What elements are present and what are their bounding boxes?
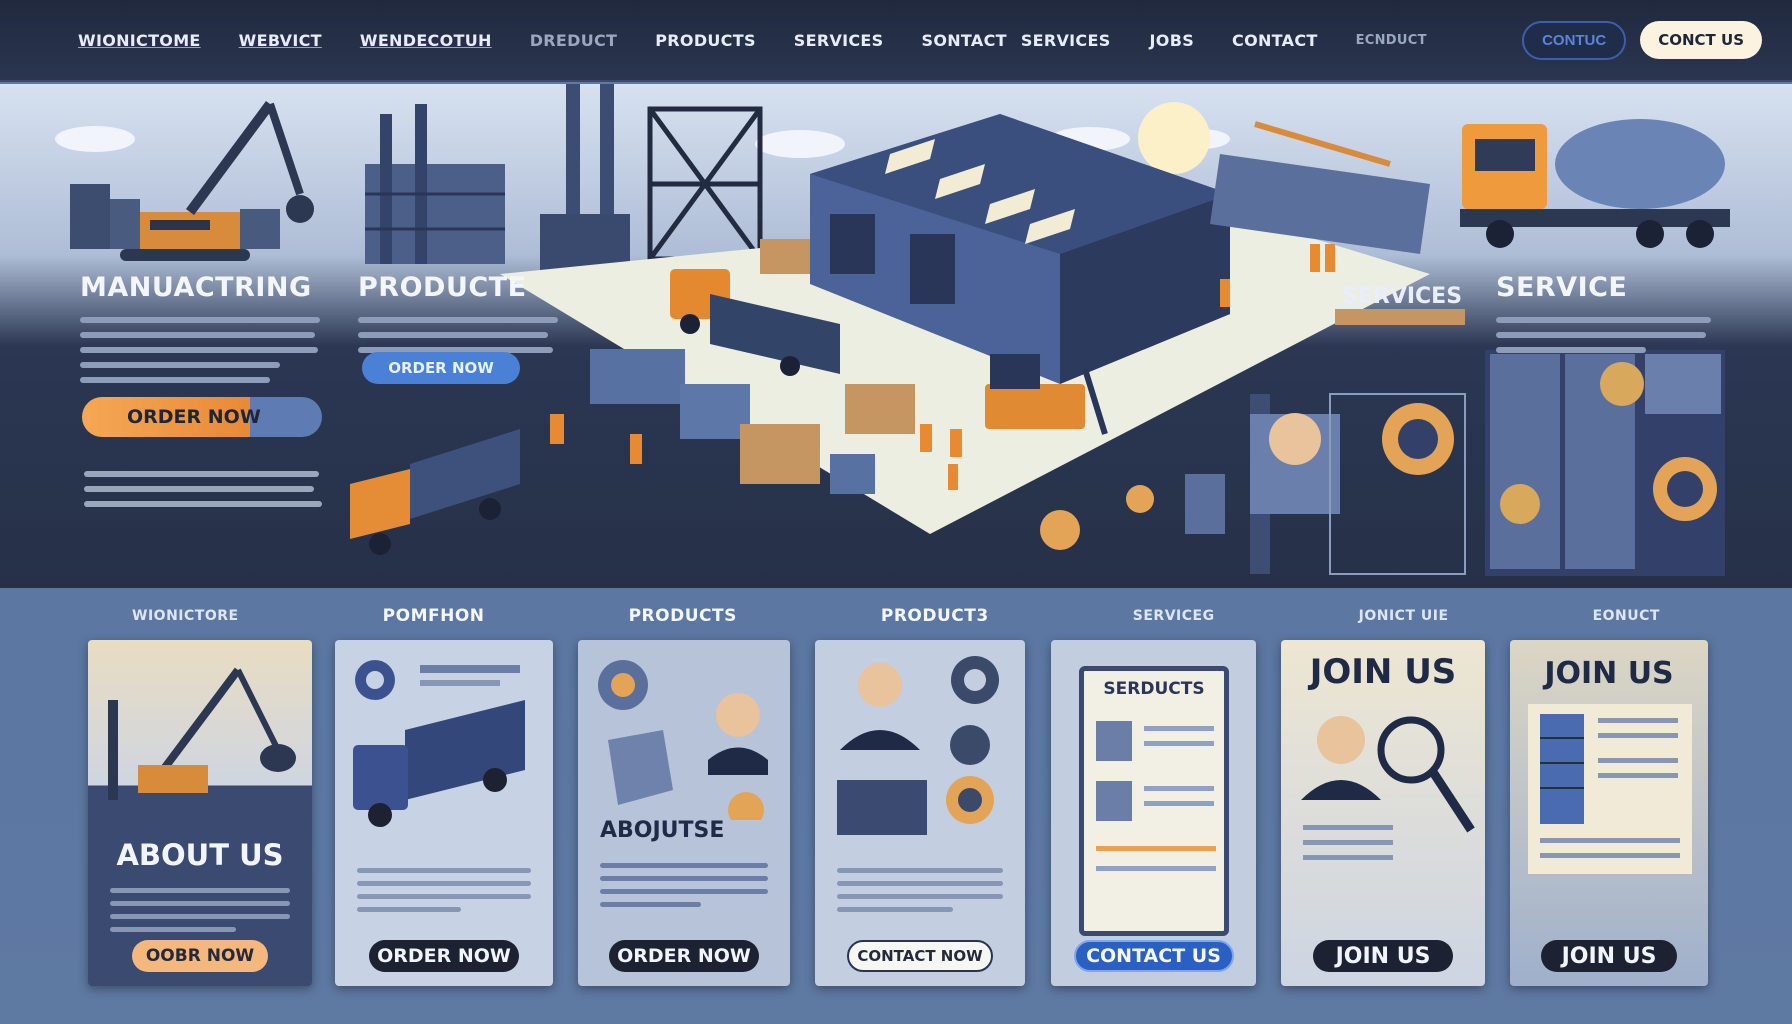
nav-item-sontact[interactable]: SONTACT [922,31,1007,50]
gear-and-worker-icon [598,660,768,820]
nav-item-services[interactable]: SERVICES [794,31,884,50]
card-serducts-button[interactable]: CONTACT US [1073,940,1234,972]
tab-serviceg[interactable]: SERVICEG [1133,608,1215,624]
feature-cards-section: WIONICTORE POMFHON PRODUCTS PRODUCT3 SER… [0,588,1792,1024]
nav-item-webvict[interactable]: WEBVICT [239,31,322,50]
card-abojutse-title: ABOJUTSE [600,818,725,843]
order-now-button[interactable]: ORDER NOW [82,397,322,437]
contact-us-button[interactable]: CONCT US [1640,21,1762,59]
document-tablet: SERDUCTS [1079,666,1229,936]
manufacturing-footnote [84,462,324,516]
card-abojutse-button[interactable]: ORDER NOW [609,940,759,972]
card-join-us-2: JOIN US JOIN US [1510,640,1708,986]
hero-banner: MANUACTRING ORDER NOW PRODUCTE ORDER NOW… [0,84,1792,588]
contact-pill-button[interactable]: CONTUC [1522,20,1627,60]
cement-mixer-truck-icon [1460,119,1730,248]
card-join-us: JOIN US JOIN US [1281,640,1485,986]
manufacturing-section: MANUACTRING [80,272,330,392]
nav-item-products[interactable]: PRODUCTS [655,31,756,50]
nav-item-services-2[interactable]: SERVICES [1021,31,1111,50]
top-nav: WIONICTOME WEBVICT WENDECOTUH DREDUCT PR… [0,0,1792,82]
steel-tower-icon [647,106,763,262]
tab-jonict-uie[interactable]: JONICT UIE [1359,608,1449,624]
order-now-blue-button[interactable]: ORDER NOW [362,352,520,384]
products-section: PRODUCTE [358,272,558,362]
dump-truck-icon [350,429,520,555]
tab-eonuct[interactable]: EONUCT [1593,608,1660,624]
nav-item-ecnduct[interactable]: ECNDUCT [1356,33,1427,48]
manufacturing-text-lines [80,317,330,383]
document-stack-icon [1528,704,1692,874]
tab-pomfhon[interactable]: POMFHON [383,606,485,626]
manufacturing-title: MANUACTRING [80,272,312,303]
card-serducts-title: SERDUCTS [1103,679,1205,699]
card-about-us-button[interactable]: OOBR NOW [132,940,268,972]
magnifier-person-icon [1301,716,1475,860]
card-about-us-title: ABOUT US [116,838,284,872]
nav-item-jobs[interactable]: JOBS [1150,31,1194,50]
card-serducts: SERDUCTS CONTACT US [1051,640,1256,986]
nav-item-wendecotuh[interactable]: WENDECOTUH [360,31,492,50]
excavator-icon [120,101,314,261]
card-contact-now-button[interactable]: CONTACT NOW [847,940,993,972]
card-join-us-button[interactable]: JOIN US [1313,940,1453,972]
card-join-us-title: JOIN US [1309,652,1457,692]
service-title: SERVICE [1496,272,1628,303]
oil-pump-icon [108,667,296,800]
tab-products[interactable]: PRODUCTS [629,606,737,626]
services-subtitle: SERVICES [1342,284,1463,309]
tab-product3[interactable]: PRODUCT3 [881,606,989,626]
factory-icon [365,104,505,264]
nav-item-contact[interactable]: CONTACT [1232,31,1318,50]
service-section: SERVICE [1496,272,1726,362]
card-contact-now: CONTACT NOW [815,640,1025,986]
person-and-gears-icon [837,656,999,835]
products-title: PRODUCTE [358,272,527,303]
nav-item-dreduct[interactable]: DREDUCT [530,31,618,50]
section-tabs: WIONICTORE POMFHON PRODUCTS PRODUCT3 SER… [0,588,1792,644]
card-join-us-2-title: JOIN US [1544,656,1674,691]
nav-item-wionictome[interactable]: WIONICTOME [78,31,201,50]
card-truck-order-button[interactable]: ORDER NOW [369,940,519,972]
delivery-truck-icon [353,660,525,827]
card-about-us: ABOUT US OOBR NOW [88,640,312,986]
tab-wionictore[interactable]: WIONICTORE [132,608,239,624]
card-join-us-2-button[interactable]: JOIN US [1541,940,1677,972]
card-truck-order: ORDER NOW [335,640,553,986]
card-abojutse: ABOJUTSE ORDER NOW [578,640,790,986]
